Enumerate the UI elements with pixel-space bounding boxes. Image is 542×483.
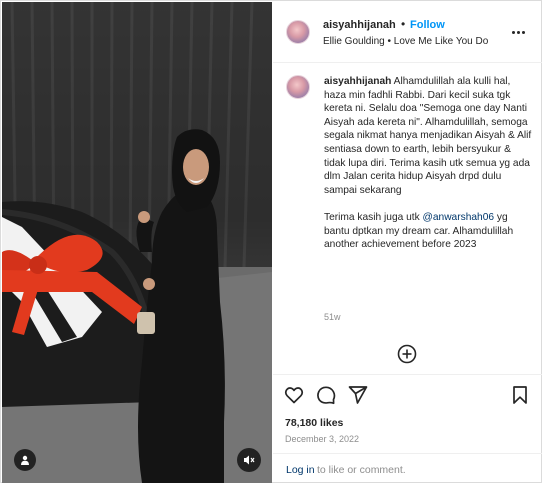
- caption-text-part1: Alhamdulillah ala kulli hal, haza min fa…: [324, 76, 532, 196]
- follow-button[interactable]: Follow: [410, 19, 445, 31]
- comment-bubble-icon[interactable]: [316, 385, 336, 405]
- post-dialog: aisyahhijanah • Follow Ellie Goulding • …: [0, 0, 542, 483]
- mute-toggle-button[interactable]: [237, 448, 261, 472]
- plus-circle-icon[interactable]: [397, 344, 417, 364]
- tagged-users-button[interactable]: [14, 449, 36, 471]
- caption-avatar[interactable]: [286, 75, 310, 99]
- post-media-video[interactable]: [2, 2, 272, 483]
- video-frame-scene: [2, 2, 272, 483]
- speaker-muted-icon: [244, 455, 255, 465]
- post-actions-bar: [273, 374, 542, 414]
- post-details-panel: aisyahhijanah • Follow Ellie Goulding • …: [273, 2, 542, 483]
- likes-count[interactable]: 78,180 likes: [285, 417, 343, 429]
- caption-text-part2-prefix: Terima kasih juga utk: [324, 211, 423, 223]
- send-paper-plane-icon[interactable]: [348, 385, 368, 405]
- separator-dot: •: [401, 17, 406, 31]
- user-tag-icon: [21, 455, 29, 465]
- login-prompt-text: to like or comment.: [317, 464, 406, 476]
- more-options-icon[interactable]: [508, 22, 528, 42]
- heart-icon[interactable]: [284, 385, 304, 405]
- post-username[interactable]: aisyahhijanah: [323, 19, 396, 31]
- post-caption: aisyahhijanah Alhamdulillah ala kulli ha…: [324, 75, 532, 252]
- bookmark-icon[interactable]: [510, 385, 530, 405]
- caption-username[interactable]: aisyahhijanah: [324, 76, 391, 87]
- avatar[interactable]: [286, 20, 310, 44]
- caption-timestamp[interactable]: 51w: [324, 312, 341, 322]
- login-link[interactable]: Log in: [286, 464, 315, 476]
- mention-link[interactable]: @anwarshah06: [423, 212, 495, 223]
- audio-track-link[interactable]: Ellie Goulding • Love Me Like You Do: [323, 36, 488, 47]
- post-header: aisyahhijanah • Follow Ellie Goulding • …: [273, 2, 542, 63]
- login-prompt: Log in to like or comment.: [273, 453, 542, 483]
- post-date[interactable]: December 3, 2022: [285, 434, 359, 444]
- comments-section: aisyahhijanah Alhamdulillah ala kulli ha…: [273, 64, 542, 374]
